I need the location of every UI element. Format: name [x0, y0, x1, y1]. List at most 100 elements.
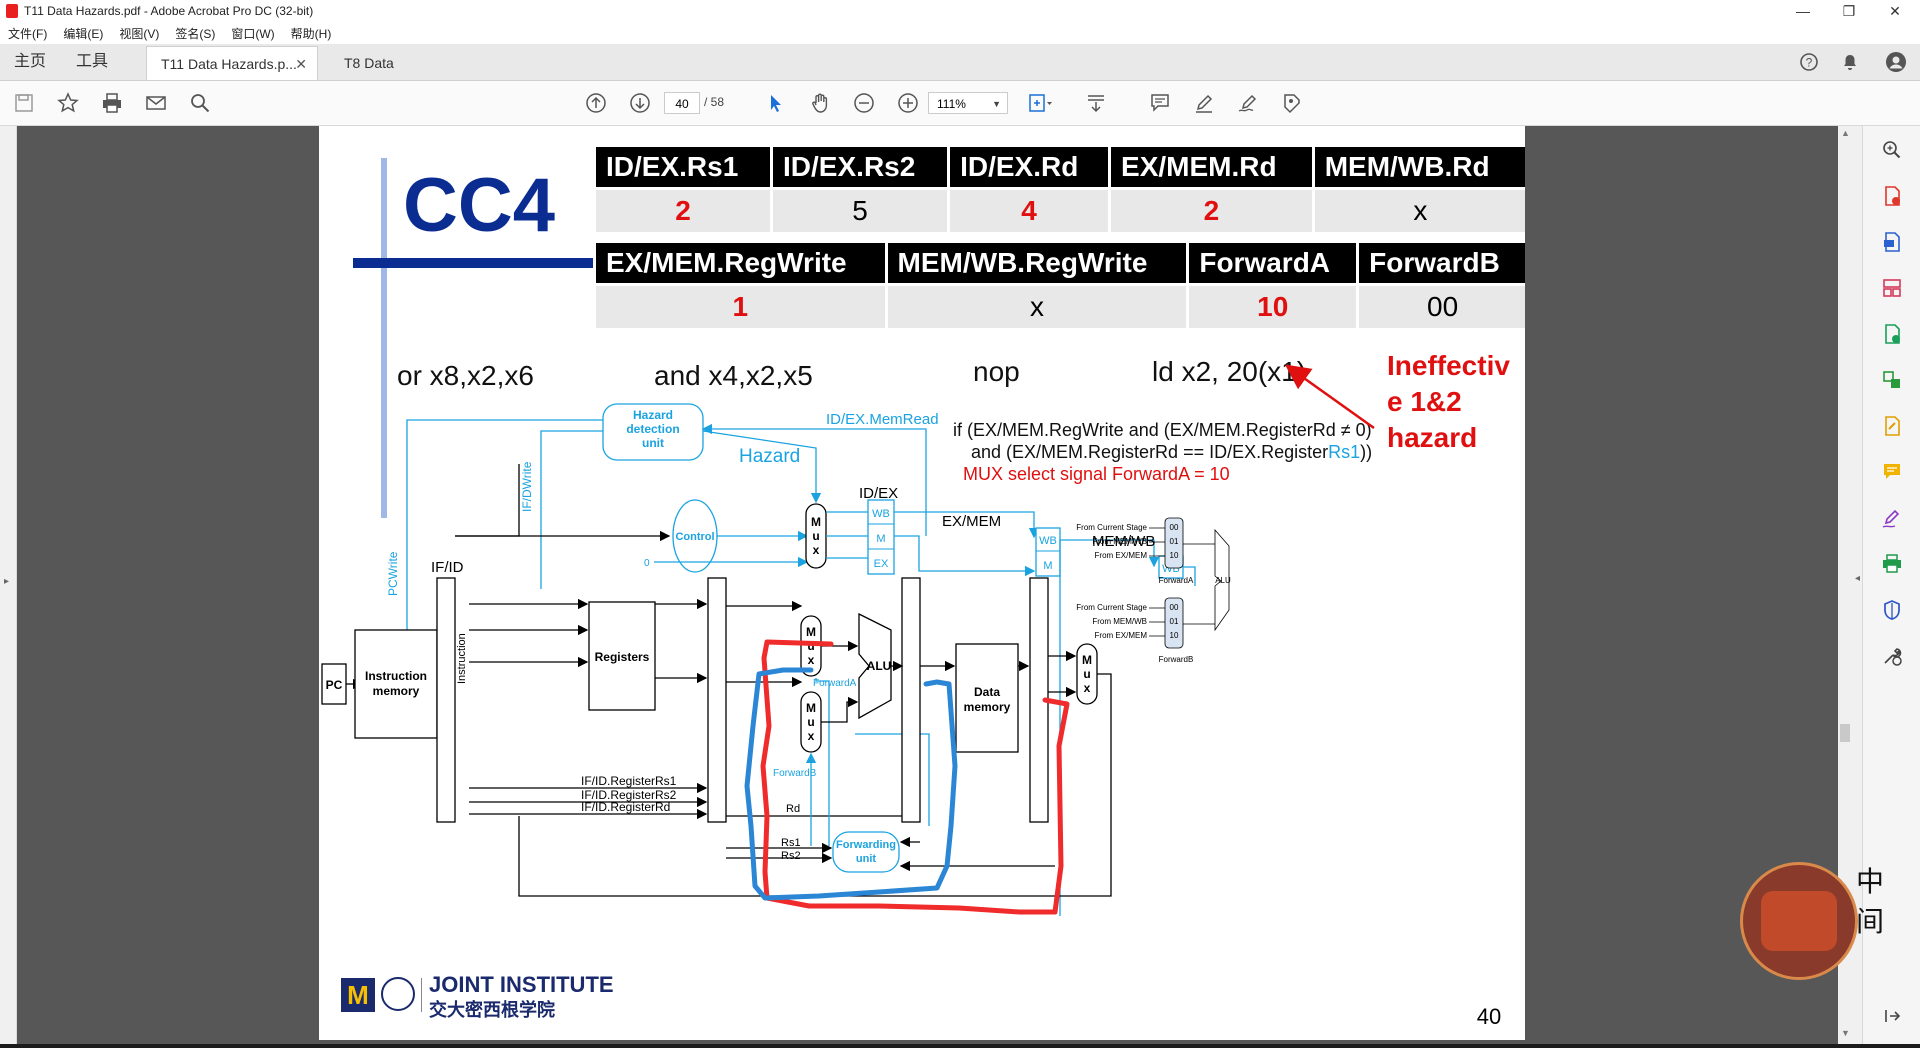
- pc-label: PC: [326, 678, 343, 692]
- scroll-mode-icon[interactable]: [1082, 89, 1110, 117]
- minimize-button[interactable]: —: [1780, 0, 1826, 22]
- registers-label: Registers: [595, 650, 650, 664]
- menu-sign[interactable]: 签名(S): [167, 25, 223, 42]
- menu-view[interactable]: 视图(V): [111, 25, 167, 42]
- menu-window[interactable]: 窗口(W): [223, 25, 282, 42]
- edit-pdf-icon[interactable]: [1880, 322, 1904, 346]
- select-cursor-icon[interactable]: [762, 89, 790, 117]
- page-number-input[interactable]: 40: [664, 92, 700, 114]
- forwarding-unit-line-2: unit: [856, 853, 876, 865]
- rs2-short-label: Rs2: [781, 850, 801, 862]
- floating-avatar-badge[interactable]: [1740, 862, 1858, 980]
- print-icon[interactable]: [98, 89, 126, 117]
- legend-b-code-00: 00: [1170, 603, 1179, 612]
- tab-tools[interactable]: 工具: [76, 44, 108, 80]
- legend-b-code-10: 10: [1170, 631, 1179, 640]
- exmem-label: EX/MEM: [942, 513, 1001, 530]
- instruction-memory-label-1: Instruction: [365, 669, 427, 683]
- mux-b-u: u: [807, 715, 814, 729]
- legend-a-memwb: From MEM/WB: [1092, 537, 1147, 546]
- window-title: T11 Data Hazards.pdf - Adobe Acrobat Pro…: [24, 4, 314, 18]
- mux-b-m: M: [806, 701, 816, 715]
- control-label: Control: [675, 531, 714, 543]
- zoom-in-icon[interactable]: [894, 89, 922, 117]
- menu-edit[interactable]: 编辑(E): [55, 25, 111, 42]
- expand-right-panel-icon[interactable]: ◂: [1855, 573, 1860, 584]
- protect-shield-icon[interactable]: [1880, 598, 1904, 622]
- search-icon[interactable]: [186, 89, 214, 117]
- joint-institute-label: JOINT INSTITUTE: [429, 972, 614, 997]
- exmem-register: [901, 577, 921, 823]
- umich-logo-letter: M: [347, 980, 369, 1010]
- user-icon[interactable]: [1884, 50, 1908, 74]
- zoom-level-value: 111%: [937, 97, 966, 111]
- legend-b-current: From Current Stage: [1076, 603, 1147, 612]
- zoom-level-select[interactable]: 111% ▼: [928, 92, 1008, 114]
- scroll-down-icon[interactable]: ▼: [1841, 1028, 1850, 1038]
- instruction-bus-label: Instruction: [456, 633, 468, 684]
- badge-inner: [1761, 891, 1837, 951]
- scroll-up-icon[interactable]: ▲: [1841, 128, 1850, 138]
- forward-b-label: ForwardB: [773, 768, 817, 779]
- menu-file[interactable]: 文件(F): [0, 25, 55, 42]
- legend-forwardb-label: ForwardB: [1159, 655, 1194, 664]
- maximize-button[interactable]: ❐: [1826, 0, 1872, 22]
- fit-page-icon[interactable]: [1026, 89, 1054, 117]
- footer-divider: [421, 978, 422, 1012]
- combine-files-icon[interactable]: [1880, 368, 1904, 392]
- legend-a-code-10: 10: [1170, 551, 1179, 560]
- export-pdf-icon[interactable]: [1880, 230, 1904, 254]
- zoom-magnifier-icon[interactable]: [1880, 138, 1904, 162]
- menu-help[interactable]: 帮助(H): [283, 25, 340, 42]
- scroll-thumb[interactable]: [1840, 724, 1850, 742]
- more-tools-icon[interactable]: [1880, 644, 1904, 668]
- next-page-icon[interactable]: [626, 89, 654, 117]
- bell-icon[interactable]: [1838, 50, 1862, 74]
- tab-document-t11-label: T11 Data Hazards.p...: [161, 56, 297, 72]
- pipeline-diagram: Hazard detection unit ID/EX.MemRead Haza…: [321, 364, 1501, 1029]
- close-tab-icon[interactable]: ✕: [295, 47, 307, 81]
- close-window-button[interactable]: ✕: [1872, 0, 1918, 22]
- instruction-memory-label-2: memory: [373, 684, 420, 698]
- bookmark-star-icon[interactable]: [54, 89, 82, 117]
- forwarding-unit-line-1: Forwarding: [836, 839, 896, 851]
- tab-home[interactable]: 主页: [14, 44, 46, 80]
- stamp-tool-icon[interactable]: [1278, 89, 1306, 117]
- signature-icon[interactable]: [1880, 506, 1904, 530]
- ifid-register: [436, 577, 456, 823]
- organize-pages-icon[interactable]: [1880, 276, 1904, 300]
- tab-document-t8[interactable]: T8 Data Hazards.pdf: [330, 46, 480, 105]
- help-icon[interactable]: ?: [1797, 50, 1821, 74]
- sign-icon[interactable]: [1234, 89, 1262, 117]
- left-panel: ▸: [0, 126, 17, 1044]
- tab-document-t11[interactable]: T11 Data Hazards.p... ✕: [146, 46, 318, 80]
- umich-logo: M: [341, 978, 375, 1012]
- wb-mux-m: M: [1082, 653, 1092, 667]
- data-memory-label-2: memory: [964, 700, 1011, 714]
- zoom-out-icon[interactable]: [850, 89, 878, 117]
- highlight-pen-icon[interactable]: [1190, 89, 1218, 117]
- register-rd-label: IF/ID.RegisterRd: [581, 800, 670, 814]
- legend-b-exmem: From EX/MEM: [1095, 631, 1148, 640]
- create-pdf-icon[interactable]: [1880, 184, 1904, 208]
- exmem-m-field: M: [1043, 560, 1052, 572]
- hazard-unit-line-2: detection: [626, 422, 679, 436]
- legend-a-exmem: From EX/MEM: [1095, 551, 1148, 560]
- collapse-panel-icon[interactable]: [1880, 1004, 1904, 1028]
- comment-tool-icon[interactable]: [1880, 460, 1904, 484]
- previous-page-icon[interactable]: [582, 89, 610, 117]
- rd-short-label: Rd: [786, 803, 800, 815]
- legend-alu-label: ALU: [1215, 576, 1231, 585]
- fill-sign-icon[interactable]: [1880, 414, 1904, 438]
- idex-wb-field: WB: [872, 508, 890, 520]
- print-production-icon[interactable]: [1880, 552, 1904, 576]
- mux-a-x: x: [808, 653, 815, 667]
- hand-tool-icon[interactable]: [806, 89, 834, 117]
- comment-icon[interactable]: [1146, 89, 1174, 117]
- exmem-wb-field: WB: [1039, 535, 1057, 547]
- register-rs1-label: IF/ID.RegisterRs1: [581, 774, 677, 788]
- email-icon[interactable]: [142, 89, 170, 117]
- save-icon[interactable]: [10, 89, 38, 117]
- ifid-label: IF/ID: [431, 559, 464, 576]
- expand-left-panel-icon[interactable]: ▸: [4, 576, 9, 587]
